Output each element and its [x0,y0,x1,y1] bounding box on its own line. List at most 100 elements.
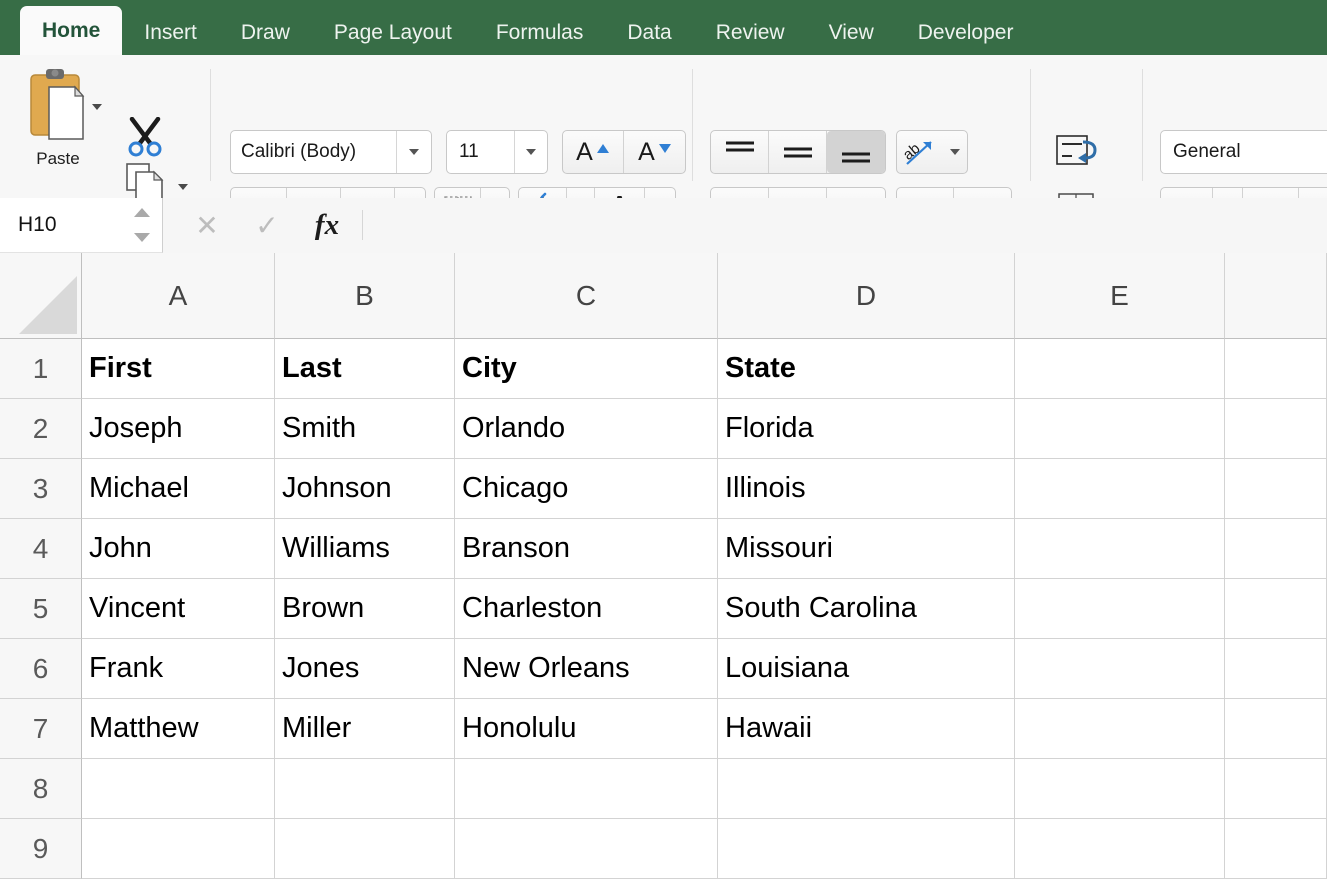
cell-C9[interactable] [455,819,718,879]
cut-button[interactable] [124,116,166,162]
cell-F4[interactable] [1225,519,1327,579]
cell-E7[interactable] [1015,699,1225,759]
cell-B3[interactable]: Johnson [275,459,455,519]
cell-D5[interactable]: South Carolina [718,579,1015,639]
cell-C4[interactable]: Branson [455,519,718,579]
ribbon-tab-view[interactable]: View [807,11,896,55]
cell-A3[interactable]: Michael [82,459,275,519]
cell-D9[interactable] [718,819,1015,879]
cell-F9[interactable] [1225,819,1327,879]
orientation-dropdown-arrow[interactable] [943,131,967,173]
cell-D1[interactable]: State [718,339,1015,399]
cell-D7[interactable]: Hawaii [718,699,1015,759]
cell-C1[interactable]: City [455,339,718,399]
column-header-B[interactable]: B [275,253,455,339]
font-name-dropdown-arrow[interactable] [396,131,431,173]
insert-function-button[interactable]: fx [302,198,352,252]
cell-C3[interactable]: Chicago [455,459,718,519]
wrap-text-button[interactable] [1055,133,1099,174]
cell-E3[interactable] [1015,459,1225,519]
cell-A7[interactable]: Matthew [82,699,275,759]
ribbon-tab-page-layout[interactable]: Page Layout [312,11,474,55]
align-middle-button[interactable] [769,131,827,173]
column-header-A[interactable]: A [82,253,275,339]
cell-E2[interactable] [1015,399,1225,459]
name-box[interactable]: H10 [0,198,163,253]
column-header-D[interactable]: D [718,253,1015,339]
shrink-font-button[interactable]: A [625,131,685,173]
paste-dropdown-arrow[interactable] [92,97,102,115]
cell-F8[interactable] [1225,759,1327,819]
name-box-spinner[interactable] [134,206,150,244]
select-all-button[interactable] [0,253,82,339]
ribbon-tab-developer[interactable]: Developer [896,11,1036,55]
cell-E8[interactable] [1015,759,1225,819]
cell-D6[interactable]: Louisiana [718,639,1015,699]
cell-B1[interactable]: Last [275,339,455,399]
cell-A6[interactable]: Frank [82,639,275,699]
ribbon-tab-insert[interactable]: Insert [122,11,219,55]
cancel-entry-button[interactable]: ✕ [182,198,232,252]
column-header-partial[interactable] [1225,253,1327,339]
font-name-box[interactable]: Calibri (Body) [230,130,432,174]
font-size-dropdown-arrow[interactable] [514,131,547,173]
cell-F3[interactable] [1225,459,1327,519]
orientation-button[interactable]: ab [897,131,943,173]
ribbon-tab-formulas[interactable]: Formulas [474,11,606,55]
cell-E5[interactable] [1015,579,1225,639]
cell-D2[interactable]: Florida [718,399,1015,459]
spreadsheet-grid[interactable]: ABCDE 123456789 First Last City State Joseph… [0,253,1327,885]
cell-F5[interactable] [1225,579,1327,639]
cell-B4[interactable]: Williams [275,519,455,579]
grow-font-button[interactable]: A [563,131,624,173]
cell-B6[interactable]: Jones [275,639,455,699]
cell-B2[interactable]: Smith [275,399,455,459]
cell-A2[interactable]: Joseph [82,399,275,459]
font-size-box[interactable]: 11 [446,130,548,174]
cell-D8[interactable] [718,759,1015,819]
cell-C2[interactable]: Orlando [455,399,718,459]
align-bottom-button[interactable] [827,131,885,173]
cell-B8[interactable] [275,759,455,819]
paste-button[interactable]: Paste [16,67,100,187]
column-header-C[interactable]: C [455,253,718,339]
cell-F2[interactable] [1225,399,1327,459]
cell-A8[interactable] [82,759,275,819]
cell-B5[interactable]: Brown [275,579,455,639]
ribbon-tab-data[interactable]: Data [605,11,693,55]
ribbon-tab-review[interactable]: Review [694,11,807,55]
row-header-2[interactable]: 2 [0,399,82,459]
row-header-4[interactable]: 4 [0,519,82,579]
cell-A9[interactable] [82,819,275,879]
row-header-9[interactable]: 9 [0,819,82,879]
cell-E6[interactable] [1015,639,1225,699]
row-header-5[interactable]: 5 [0,579,82,639]
ribbon-tab-draw[interactable]: Draw [219,11,312,55]
row-header-6[interactable]: 6 [0,639,82,699]
row-header-8[interactable]: 8 [0,759,82,819]
row-header-1[interactable]: 1 [0,339,82,399]
cell-F7[interactable] [1225,699,1327,759]
cell-A4[interactable]: John [82,519,275,579]
number-format-box[interactable]: General [1160,130,1327,174]
cell-C7[interactable]: Honolulu [455,699,718,759]
cell-D3[interactable]: Illinois [718,459,1015,519]
cell-F1[interactable] [1225,339,1327,399]
cell-E4[interactable] [1015,519,1225,579]
cell-C8[interactable] [455,759,718,819]
formula-input[interactable] [368,198,1327,252]
row-header-3[interactable]: 3 [0,459,82,519]
cell-C6[interactable]: New Orleans [455,639,718,699]
cell-E9[interactable] [1015,819,1225,879]
copy-dropdown-arrow[interactable] [178,177,188,195]
row-header-7[interactable]: 7 [0,699,82,759]
confirm-entry-button[interactable]: ✓ [242,198,292,252]
cell-C5[interactable]: Charleston [455,579,718,639]
cell-F6[interactable] [1225,639,1327,699]
cell-B7[interactable]: Miller [275,699,455,759]
cell-A5[interactable]: Vincent [82,579,275,639]
column-header-E[interactable]: E [1015,253,1225,339]
cell-A1[interactable]: First [82,339,275,399]
align-top-button[interactable] [711,131,769,173]
cell-E1[interactable] [1015,339,1225,399]
